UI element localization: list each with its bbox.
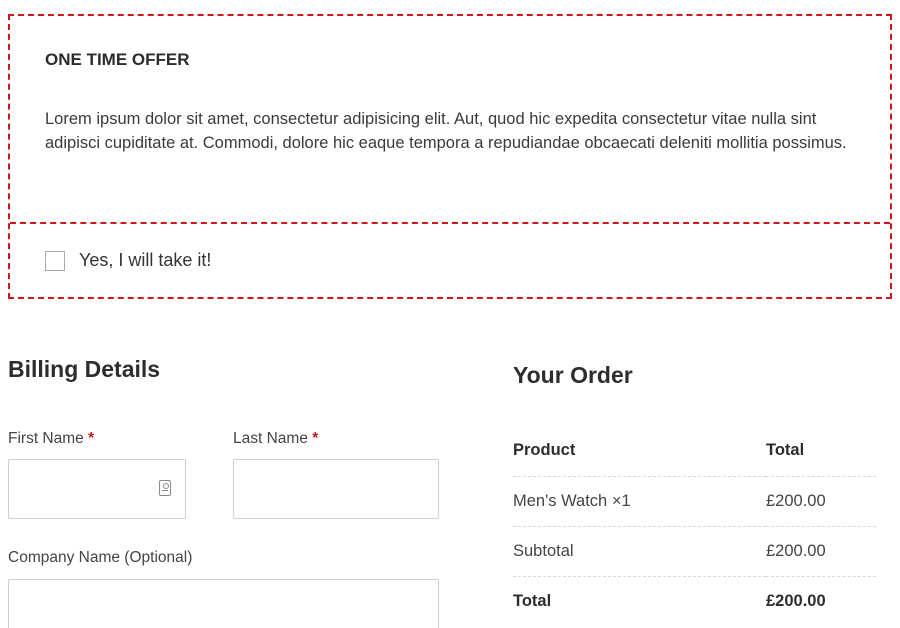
offer-accept-label[interactable]: Yes, I will take it!	[79, 250, 211, 271]
one-time-offer-box: ONE TIME OFFER Lorem ipsum dolor sit ame…	[8, 14, 892, 299]
offer-description: Lorem ipsum dolor sit amet, consectetur …	[45, 110, 847, 152]
first-name-label-text: First Name	[8, 430, 84, 447]
subtotal-value: £200.00	[766, 526, 876, 577]
order-summary-table: Product Total Men's Watch ×1 £200.00 Sub…	[513, 426, 876, 626]
offer-accept-row[interactable]: Yes, I will take it!	[45, 250, 211, 271]
first-name-field[interactable]	[8, 459, 186, 519]
required-marker: *	[88, 430, 95, 447]
first-name-label: First Name *	[8, 430, 94, 448]
billing-details-title: Billing Details	[8, 356, 161, 382]
company-name-label: Company Name (Optional)	[8, 549, 193, 566]
table-header-row: Product Total	[513, 426, 876, 477]
grand-total-label: Total	[513, 591, 552, 610]
subtotal-label: Subtotal	[513, 526, 766, 577]
last-name-field[interactable]	[233, 459, 439, 519]
offer-accept-checkbox[interactable]	[45, 250, 65, 271]
offer-body: ONE TIME OFFER Lorem ipsum dolor sit ame…	[10, 16, 890, 224]
offer-title: ONE TIME OFFER	[45, 50, 190, 69]
last-name-label: Last Name *	[233, 430, 318, 448]
company-name-field[interactable]	[8, 579, 439, 628]
order-item-name: Men's Watch ×1	[513, 476, 766, 527]
total-header: Total	[766, 426, 876, 477]
order-item-total: £200.00	[766, 476, 876, 527]
table-row: Subtotal £200.00	[513, 526, 876, 577]
contact-card-icon[interactable]	[159, 480, 171, 496]
your-order-title: Your Order	[513, 362, 633, 388]
product-header: Product	[513, 426, 766, 477]
last-name-label-text: Last Name	[233, 430, 308, 447]
table-row: Total £200.00	[513, 576, 876, 626]
table-row: Men's Watch ×1 £200.00	[513, 476, 876, 527]
grand-total-value: £200.00	[766, 591, 826, 610]
required-marker: *	[312, 430, 319, 447]
